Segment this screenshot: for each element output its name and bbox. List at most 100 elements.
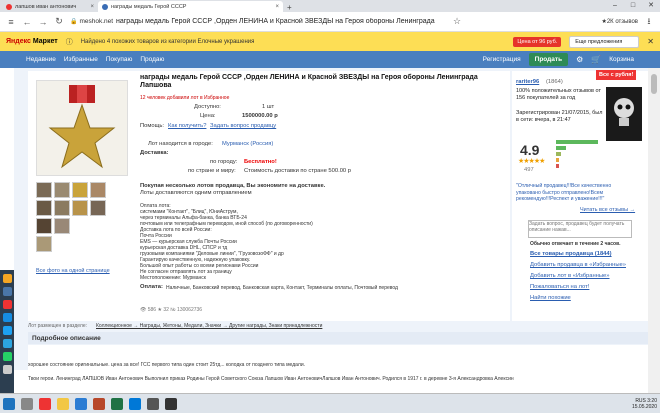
photo-thumb[interactable] [90, 182, 106, 198]
seller-name[interactable]: rariter96 [516, 79, 539, 85]
mail-icon[interactable] [2, 300, 12, 309]
close-tab-icon[interactable]: × [90, 4, 94, 10]
description-header: Подробное описание [28, 332, 648, 344]
product-title: награды медаль Герой СССР ,Орден ЛЕНИНА … [140, 74, 478, 89]
read-all-reviews-link[interactable]: Читать все отзывы → [580, 207, 635, 213]
seller-positive: 100% положительных отзывов от 156 покупа… [516, 88, 601, 101]
mail-app-icon[interactable] [129, 397, 141, 410]
tab-label: лапшов иван антонович [15, 3, 77, 10]
word-icon[interactable] [75, 397, 87, 410]
close-window-icon[interactable]: ✕ [642, 0, 660, 12]
url-field[interactable]: 🔒 meshok.net [70, 15, 114, 29]
yandex-favicon-icon [6, 3, 12, 10]
register-link[interactable]: Регистрация [483, 56, 521, 63]
minimize-icon[interactable]: – [606, 0, 624, 12]
forward-icon[interactable]: → [38, 17, 48, 27]
app-icon[interactable] [165, 397, 177, 410]
price-from-button[interactable]: Цена от 96 руб. [513, 36, 562, 47]
bookmark-icon[interactable]: ☆ [452, 16, 462, 27]
help-label: Помощь: [140, 123, 164, 129]
seller-count: (1864) [546, 79, 563, 85]
close-bar-icon[interactable]: ✕ [647, 37, 654, 46]
whatsapp-icon[interactable] [2, 352, 12, 361]
excel-icon[interactable] [111, 397, 123, 410]
by-city-label: по городу: [210, 159, 238, 165]
all-photos-link[interactable]: Все фото на одной странице [36, 268, 110, 274]
cart-icon[interactable]: 🛒 [591, 55, 601, 64]
sell-button[interactable]: Продать [528, 53, 569, 66]
powerpoint-icon[interactable] [93, 397, 105, 410]
photo-thumb[interactable] [54, 200, 70, 216]
photo-thumb[interactable] [54, 182, 70, 198]
yandex-browser-icon[interactable] [39, 397, 51, 410]
gold-star-medal-icon [48, 85, 116, 169]
explorer-icon[interactable] [57, 397, 69, 410]
photo-thumb[interactable] [54, 218, 70, 234]
address-bar: ≡ ← → ↻ 🔒 meshok.net награды медаль Геро… [0, 12, 660, 32]
by-country-label: по стране и миру: [188, 168, 236, 174]
vk-icon[interactable] [2, 287, 12, 296]
tab-meshok[interactable]: награды медаль Герой СССР × [98, 1, 283, 12]
seller-all-items-link[interactable]: Все товары продавца (1844) [530, 251, 612, 257]
facebook-icon[interactable] [2, 313, 12, 322]
photo-thumb[interactable] [72, 200, 88, 216]
rating-stars-icon: ★★★★★ [518, 158, 545, 165]
search-icon[interactable] [21, 397, 33, 410]
back-icon[interactable]: ← [22, 17, 32, 27]
photo-thumb[interactable] [90, 200, 106, 216]
yandex-market-logo[interactable]: Яндекс Маркет [6, 38, 58, 45]
window-controls: – □ ✕ [606, 0, 660, 12]
photo-thumb[interactable] [72, 182, 88, 198]
price-value: 1500000.00 р [242, 113, 278, 119]
available-label: Доступно: [194, 104, 221, 110]
all-from-ruble-badge[interactable]: Все с рубля! [596, 70, 637, 80]
pay-line: Местоположение: Мурманск [140, 275, 206, 281]
ask-question-field[interactable] [528, 220, 632, 238]
buy-note-2: Лоты доставляются одним отправлением [140, 190, 252, 196]
report-lot-link[interactable]: Пожаловаться на лот! [530, 284, 589, 290]
by-city-value: Бесплатно! [244, 159, 277, 165]
seller-avatar[interactable] [606, 87, 642, 141]
photo-thumb[interactable] [36, 182, 52, 198]
twitter-icon[interactable] [2, 326, 12, 335]
watching-count: 12 человек добавили лот в Избранное [140, 95, 230, 101]
photo-thumb[interactable] [36, 218, 52, 234]
tab-lapshov[interactable]: лапшов иван антонович × [2, 1, 98, 12]
more-share-icon[interactable] [2, 365, 12, 374]
maximize-icon[interactable]: □ [624, 0, 642, 12]
settings-icon[interactable]: ⚙ [576, 55, 583, 64]
photoshop-icon[interactable] [147, 397, 159, 410]
telegram-icon[interactable] [2, 339, 12, 348]
reload-icon[interactable]: ↻ [54, 16, 64, 27]
clock-date: 15.05.2020 [631, 403, 657, 410]
menu-icon[interactable]: ≡ [6, 17, 16, 27]
nav-selling[interactable]: Продаю [140, 56, 164, 63]
url-host: meshok.net [79, 18, 114, 25]
system-tray[interactable]: RUS 3:20 15.05.2020 [632, 398, 657, 410]
start-icon[interactable] [3, 397, 15, 410]
close-tab-icon[interactable]: × [275, 4, 279, 10]
find-similar-link[interactable]: Найти похожие [530, 295, 571, 301]
scrollbar-thumb[interactable] [651, 74, 657, 94]
social-sidebar [0, 270, 14, 395]
nav-buying[interactable]: Покупаю [106, 56, 132, 63]
seller-registered: Зарегистрирован 21/07/2015, был в сети: … [516, 110, 603, 123]
add-seller-favorite-link[interactable]: Добавить продавца в «Избранные» [530, 262, 626, 268]
photo-thumb[interactable] [36, 200, 52, 216]
product-main-image[interactable] [36, 80, 128, 176]
download-icon[interactable]: ⭳ [644, 14, 654, 30]
cart-link[interactable]: Корзина [609, 56, 634, 63]
odnoklassniki-icon[interactable] [2, 274, 12, 283]
nav-recent[interactable]: Недавние [26, 56, 56, 63]
category-breadcrumb[interactable]: Коллекционное → Награды, Жетоны, Медали,… [96, 323, 322, 329]
payment-value: Наличные, Банковский перевод, Банковская… [166, 285, 398, 291]
more-offers-select[interactable]: Еще предложения [569, 35, 640, 48]
add-lot-favorite-link[interactable]: Добавить лот в «Избранные» [530, 273, 610, 279]
how-to-get-link[interactable]: Как получить? [168, 123, 206, 129]
new-tab-icon[interactable]: + [287, 3, 292, 12]
photo-thumb[interactable] [36, 236, 52, 252]
nav-favorites[interactable]: Избранные [64, 56, 98, 63]
reviews-badge[interactable]: ★2К отзывов [601, 18, 638, 25]
ask-seller-link[interactable]: Задать вопрос продавцу [210, 123, 276, 129]
scrollbar[interactable] [648, 68, 660, 393]
